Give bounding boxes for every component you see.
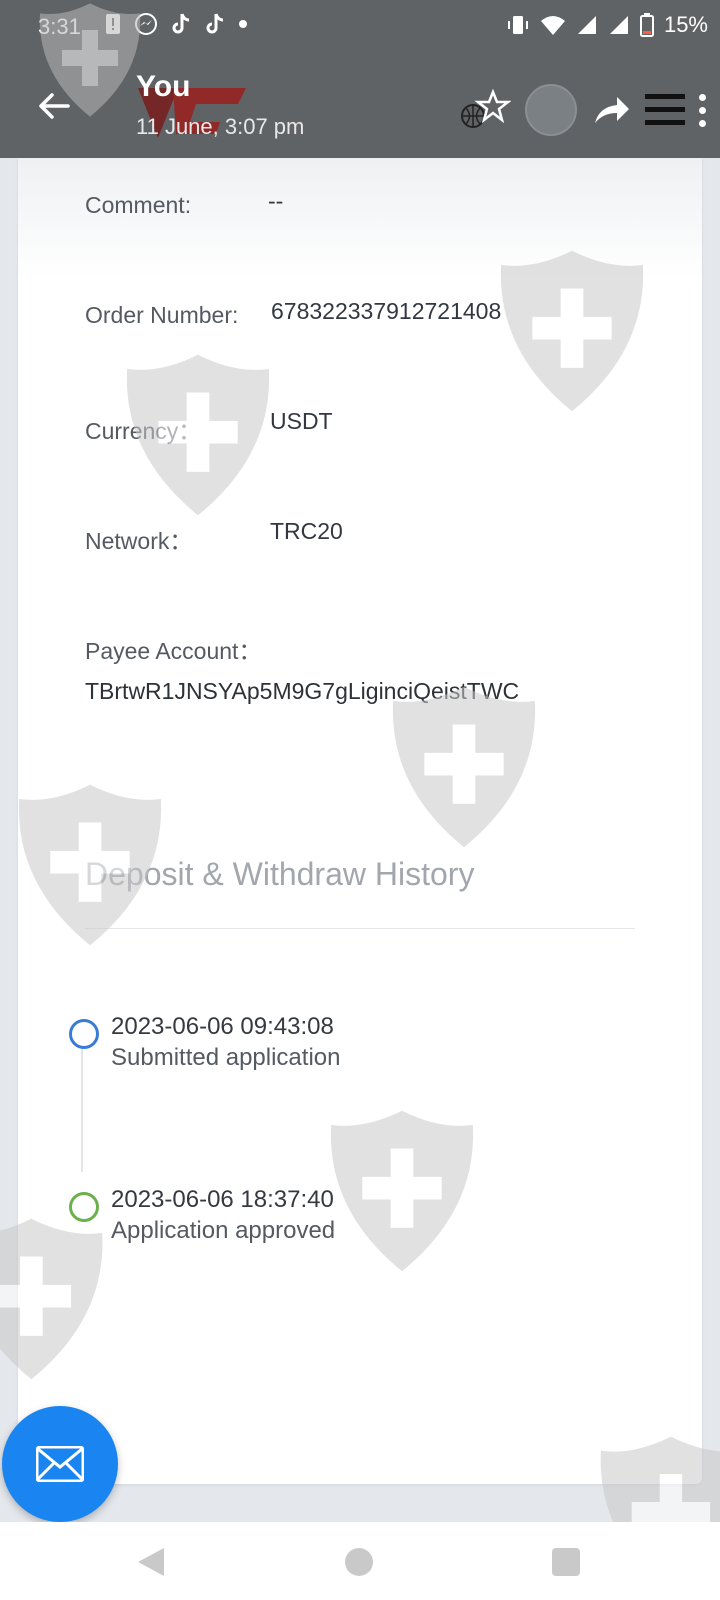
timeline-desc: Application approved	[111, 1217, 336, 1244]
messenger-icon	[135, 13, 157, 35]
status-time: 3:31	[38, 14, 81, 39]
nav-recents-icon[interactable]	[552, 1548, 580, 1576]
currency-label: Currency：	[85, 418, 202, 444]
battery-icon	[639, 13, 654, 37]
chat-title: You	[136, 70, 191, 103]
network-value: TRC20	[270, 518, 343, 544]
timeline-connector	[81, 1036, 83, 1172]
more-vert-icon[interactable]	[699, 93, 706, 127]
timeline-time: 2023-06-06 09:43:08	[111, 1013, 334, 1040]
chat-timestamp: 11 June, 3:07 pm	[136, 114, 305, 139]
vibrate-icon	[507, 16, 528, 34]
status-bar: 3:31 15%	[0, 0, 720, 56]
system-status-icons: 15%	[506, 12, 708, 38]
signal-icon	[577, 16, 596, 34]
comment-label: Comment:	[85, 192, 192, 218]
nav-home-icon[interactable]	[345, 1548, 373, 1576]
contact-mail-button[interactable]	[2, 1406, 118, 1522]
back-arrow-icon[interactable]	[36, 88, 72, 124]
header-actions	[459, 84, 706, 136]
tiktok-icon	[172, 13, 190, 34]
signal-icon-2	[609, 16, 628, 34]
battery-percent: 15%	[663, 12, 708, 37]
notification-icons	[104, 12, 248, 36]
order-number-value: 678322337912721408	[271, 298, 502, 324]
timeline-desc: Submitted application	[111, 1044, 341, 1071]
system-nav-bar	[0, 1522, 720, 1600]
mail-icon	[36, 1446, 84, 1482]
history-title: Deposit & Withdraw History	[85, 856, 475, 892]
history-divider	[85, 928, 635, 929]
app-header: 3:31 15% You 11 June, 3:07 pm	[0, 0, 720, 158]
timeline-dot-approved	[69, 1192, 99, 1222]
payee-account-value: TBrtwR1JNSYAp5M9G7gLiginciQeistTWC	[85, 678, 520, 704]
order-number-label: Order Number:	[85, 302, 239, 328]
payee-account-label: Payee Account：	[85, 638, 262, 664]
currency-value: USDT	[270, 408, 333, 434]
menu-icon[interactable]	[645, 92, 685, 128]
notification-alert-icon	[106, 14, 120, 34]
tiktok-icon-2	[206, 13, 224, 34]
share-icon[interactable]	[591, 93, 631, 127]
nav-back-icon[interactable]	[136, 1546, 166, 1578]
more-notifications-dot-icon	[239, 20, 247, 28]
wifi-icon	[540, 16, 565, 35]
comment-value: --	[268, 188, 284, 214]
timeline-dot-submitted	[69, 1019, 99, 1049]
avatar[interactable]	[525, 84, 577, 136]
globe-star-icon[interactable]	[459, 88, 511, 132]
timeline-time: 2023-06-06 18:37:40	[111, 1186, 334, 1213]
network-label: Network：	[85, 528, 193, 554]
order-detail-card: Comment: -- Order Number: 67832233791272…	[18, 158, 702, 1484]
